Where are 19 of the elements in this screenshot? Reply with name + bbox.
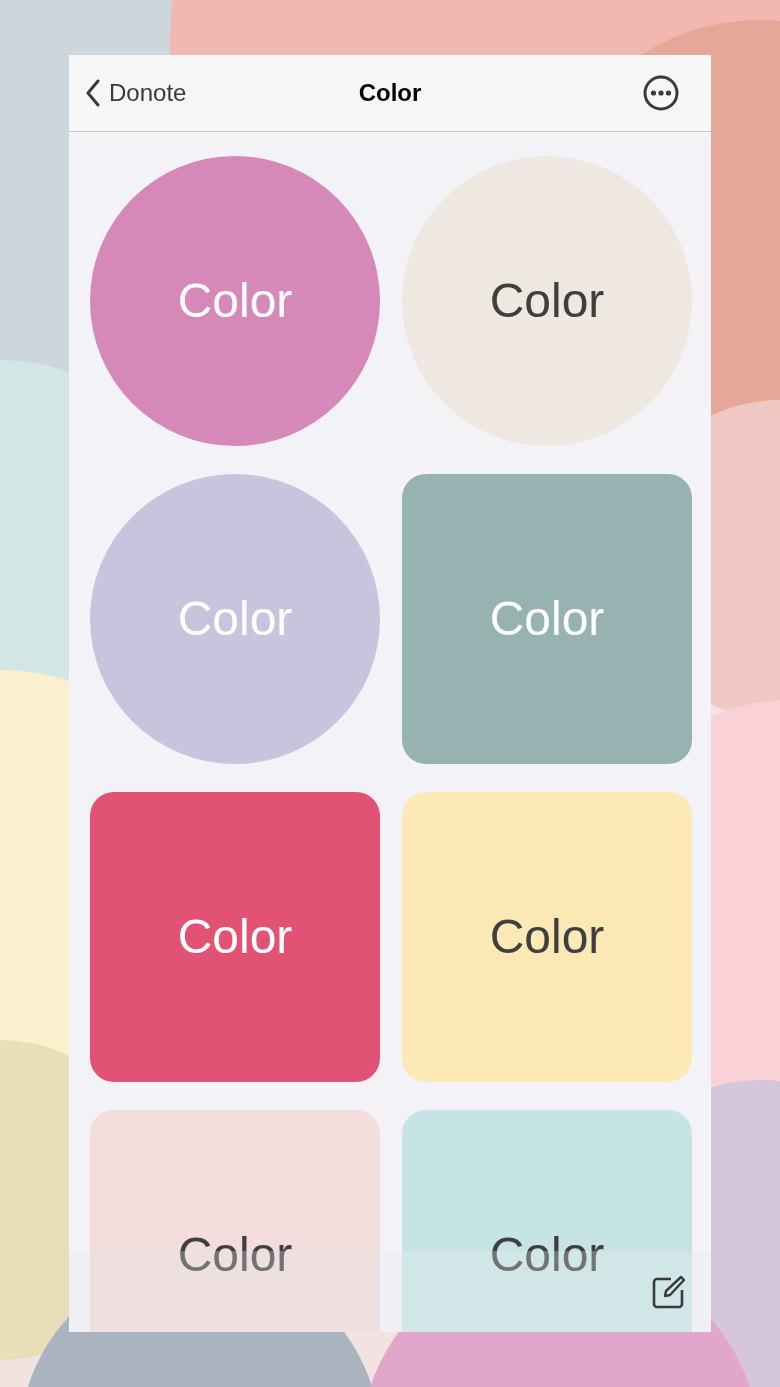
color-swatch[interactable]: Color [402, 474, 692, 764]
back-label: Donote [109, 78, 187, 108]
tile-label: Color [489, 591, 605, 647]
tile-label: Color [177, 591, 293, 647]
back-button[interactable]: Donote [85, 75, 187, 111]
more-icon[interactable] [643, 75, 679, 111]
tile-label: Color [177, 273, 293, 329]
tile-label: Color [489, 909, 605, 965]
color-swatch[interactable]: Color [402, 1110, 692, 1332]
color-swatch[interactable]: Color [402, 792, 692, 1082]
color-swatch[interactable]: Color [90, 792, 380, 1082]
chevron-left-icon [85, 79, 101, 107]
nav-title: Color [358, 78, 422, 108]
compose-icon[interactable] [651, 1273, 687, 1310]
tile-label: Color [177, 1227, 293, 1283]
tile-label: Color [489, 273, 605, 329]
tile-label: Color [177, 909, 293, 965]
tile-label: Color [489, 1227, 605, 1283]
color-swatch[interactable]: Color [90, 1110, 380, 1332]
